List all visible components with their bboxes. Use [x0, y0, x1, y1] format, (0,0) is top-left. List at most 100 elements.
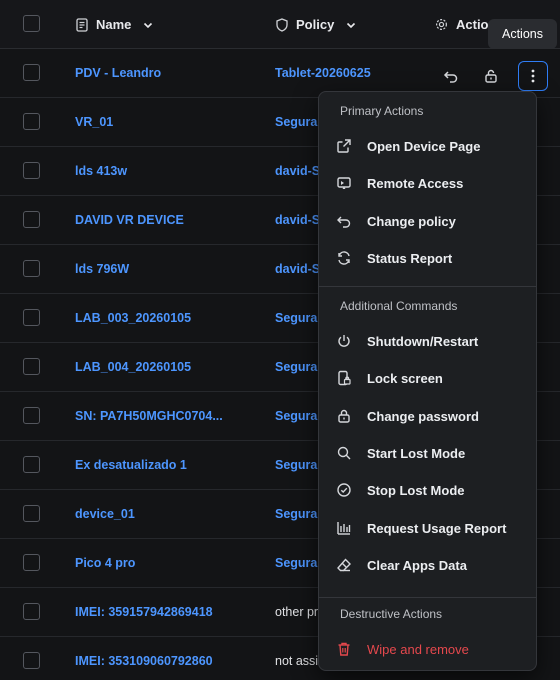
menu-item-label: Wipe and remove	[367, 642, 469, 657]
row-checkbox[interactable]	[23, 211, 40, 228]
menu-item-change-policy[interactable]: Change policy	[319, 204, 536, 238]
row-checkbox[interactable]	[23, 113, 40, 130]
menu-item-label: Status Report	[367, 250, 453, 266]
more-actions-button[interactable]	[518, 61, 548, 91]
column-header-actions: Actio	[434, 17, 489, 32]
menu-item-wipe-and-remove[interactable]: Wipe and remove	[319, 632, 536, 666]
device-name-link[interactable]: VR_01	[75, 115, 113, 129]
menu-item-label: Change password	[367, 408, 479, 424]
row-checkbox[interactable]	[23, 260, 40, 277]
search-icon	[335, 444, 353, 462]
menu-item-status-report[interactable]: Status Report	[319, 241, 536, 275]
row-checkbox[interactable]	[23, 309, 40, 326]
device-name-link[interactable]: LAB_004_20260105	[75, 360, 191, 374]
policy-link[interactable]: Segura	[275, 556, 317, 570]
row-checkbox[interactable]	[23, 505, 40, 522]
chevron-down-icon	[144, 22, 153, 28]
check-circle-icon	[335, 481, 353, 499]
device-name-link[interactable]: SN: PA7H50MGHC0704...	[75, 409, 223, 423]
device-name-link[interactable]: LAB_003_20260105	[75, 311, 191, 325]
external-link-icon	[335, 137, 353, 155]
device-name-link[interactable]: lds 413w	[75, 164, 127, 178]
menu-item-label: Remote Access	[367, 176, 464, 192]
policy-link[interactable]: Tablet-20260625	[275, 66, 371, 80]
menu-item-label: Clear Apps Data	[367, 557, 467, 573]
device-name-link[interactable]: Ex desatualizado 1	[75, 458, 187, 472]
menu-item-label: Shutdown/Restart	[367, 334, 479, 349]
row-checkbox[interactable]	[23, 407, 40, 424]
policy-link[interactable]: Segura	[275, 360, 317, 374]
menu-item-label: Open Device Page	[367, 139, 481, 154]
row-checkbox[interactable]	[23, 554, 40, 571]
menu-item-clear-apps-data[interactable]: Clear Apps Data	[319, 548, 536, 582]
table-header: Name Policy Actio	[0, 0, 560, 49]
policy-link[interactable]: Segura	[275, 458, 317, 472]
trash-icon	[335, 640, 353, 658]
document-icon	[76, 17, 88, 32]
device-name-link[interactable]: IMEI: 359157942869418	[75, 605, 213, 619]
menu-section-title: Primary Actions	[340, 104, 424, 118]
undo-arrow-icon	[335, 212, 353, 230]
select-all-checkbox[interactable]	[23, 15, 40, 32]
menu-section-title: Additional Commands	[340, 299, 458, 313]
row-checkbox[interactable]	[23, 358, 40, 375]
policy-link[interactable]: Segura	[275, 409, 317, 423]
undo-arrow-icon	[443, 71, 458, 83]
eraser-icon	[335, 556, 353, 574]
column-header-name[interactable]: Name	[75, 17, 154, 32]
menu-item-stop-lost-mode[interactable]: Stop Lost Mode	[319, 473, 536, 507]
row-checkbox[interactable]	[23, 603, 40, 620]
policy-link[interactable]: Segura	[275, 507, 317, 521]
menu-item-label: Change policy	[367, 213, 456, 229]
menu-item-remote-access[interactable]: Remote Access	[319, 166, 536, 200]
column-header-actions-label: Actio	[456, 17, 489, 32]
policy-link[interactable]: david-S	[275, 262, 320, 276]
lock-icon	[335, 407, 353, 425]
unlock-icon	[485, 69, 497, 83]
column-header-policy-label: Policy	[296, 17, 335, 32]
menu-item-label: Request Usage Report	[367, 520, 507, 536]
power-icon	[335, 332, 353, 350]
policy-text: other pr	[275, 605, 319, 619]
menu-item-change-password[interactable]: Change password	[319, 399, 536, 433]
actions-dropdown-menu: Primary Actions Open Device Page Remote Ac…	[318, 91, 537, 671]
menu-divider	[319, 597, 536, 598]
actions-tooltip: Actions	[488, 19, 557, 49]
device-name-link[interactable]: DAVID VR DEVICE	[75, 213, 184, 227]
menu-item-start-lost-mode[interactable]: Start Lost Mode	[319, 436, 536, 470]
policy-link[interactable]: david-S	[275, 164, 320, 178]
policy-link[interactable]: david-S	[275, 213, 320, 227]
device-name-link[interactable]: IMEI: 353109060792860	[75, 654, 213, 668]
chevron-down-icon	[347, 22, 356, 28]
menu-divider	[319, 286, 536, 287]
phone-lock-icon	[335, 369, 353, 387]
menu-section-title: Destructive Actions	[340, 607, 443, 621]
row-checkbox[interactable]	[23, 456, 40, 473]
shield-icon	[276, 17, 288, 32]
device-name-link[interactable]: PDV - Leandro	[75, 66, 161, 80]
change-policy-button[interactable]	[438, 63, 464, 89]
row-checkbox[interactable]	[23, 64, 40, 81]
policy-link[interactable]: Segura	[275, 311, 317, 325]
more-vertical-icon	[531, 69, 535, 83]
refresh-icon	[335, 249, 353, 267]
row-checkbox[interactable]	[23, 162, 40, 179]
device-name-link[interactable]: Pico 4 pro	[75, 556, 135, 570]
bar-chart-icon	[335, 519, 353, 537]
menu-item-request-usage-report[interactable]: Request Usage Report	[319, 511, 536, 545]
menu-item-lock-screen[interactable]: Lock screen	[319, 361, 536, 395]
cast-screen-icon	[335, 174, 353, 192]
menu-item-open-device-page[interactable]: Open Device Page	[319, 129, 536, 163]
device-name-link[interactable]: device_01	[75, 507, 135, 521]
menu-item-label: Stop Lost Mode	[367, 483, 465, 499]
row-action-buttons	[438, 61, 548, 91]
device-name-link[interactable]: lds 796W	[75, 262, 129, 276]
column-header-policy[interactable]: Policy	[275, 17, 357, 32]
row-checkbox[interactable]	[23, 652, 40, 669]
menu-item-label: Start Lost Mode	[367, 445, 466, 461]
menu-item-shutdown-restart[interactable]: Shutdown/Restart	[319, 324, 536, 358]
menu-item-label: Lock screen	[367, 371, 443, 387]
lock-device-button[interactable]	[478, 63, 504, 89]
policy-link[interactable]: Segura	[275, 115, 317, 129]
gear-icon	[436, 19, 447, 30]
